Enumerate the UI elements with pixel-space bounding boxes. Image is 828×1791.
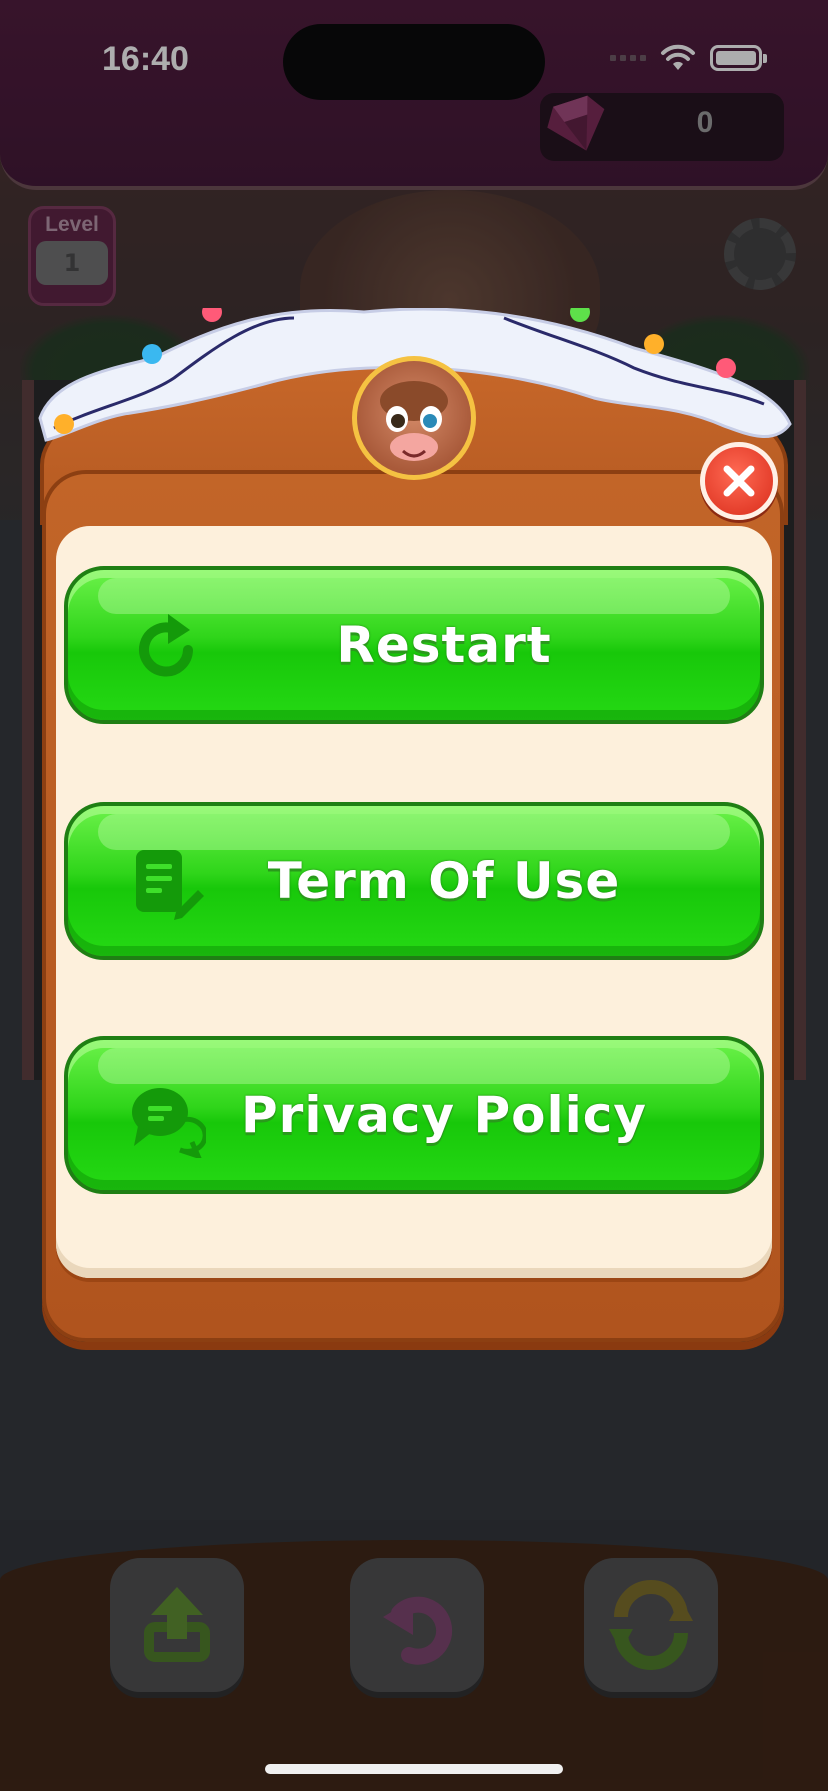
close-button[interactable] [700, 442, 778, 520]
term-of-use-label: Term Of Use [267, 852, 621, 910]
cow-avatar-image [357, 361, 471, 475]
restart-icon [139, 614, 193, 677]
privacy-policy-button[interactable]: Privacy Policy [64, 1036, 764, 1194]
restart-button[interactable]: Restart [64, 566, 764, 724]
document-edit-icon [136, 850, 204, 920]
restart-label: Restart [336, 616, 552, 674]
home-indicator[interactable] [265, 1764, 563, 1774]
close-icon [723, 465, 755, 497]
term-of-use-button[interactable]: Term Of Use [64, 802, 764, 960]
chat-bubbles-icon [132, 1088, 206, 1158]
privacy-policy-label: Privacy Policy [241, 1086, 647, 1144]
cow-avatar [352, 356, 476, 480]
